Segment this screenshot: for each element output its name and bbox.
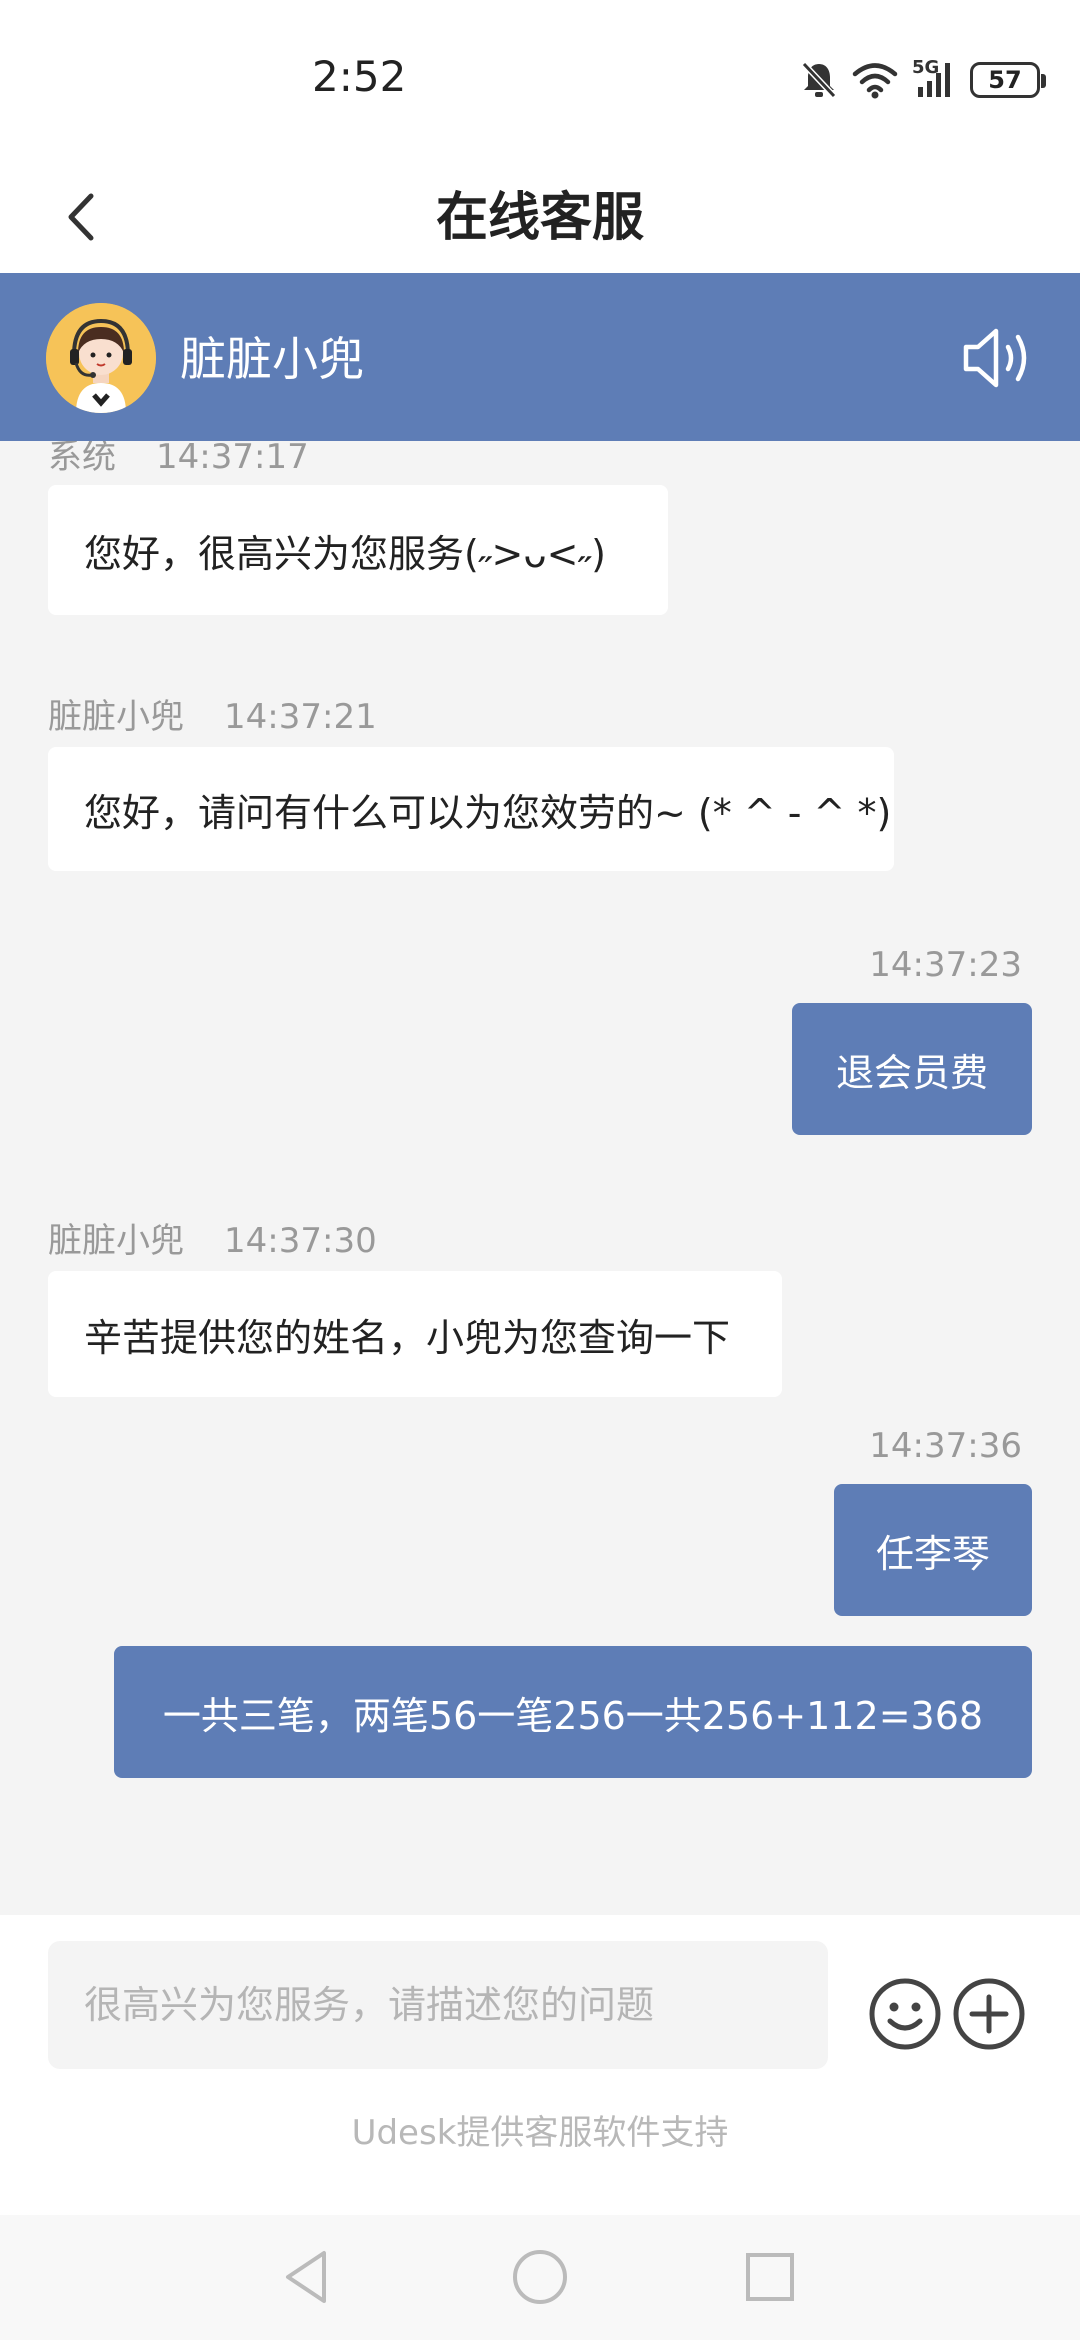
battery-indicator: 57	[970, 62, 1046, 98]
message-text: 一共三笔，两笔56一笔256一共256+112=368	[162, 1693, 984, 1738]
message-bubble-user[interactable]: 一共三笔，两笔56一笔256一共256+112=368	[114, 1646, 1032, 1778]
message-text: 辛苦提供您的姓名，小兜为您查询一下	[84, 1315, 731, 1360]
circle-home-icon	[513, 2250, 567, 2304]
chat-message-list[interactable]: 系统 14:37:17 您好，很高兴为您服务(˶>ᴗ<˶) 脏脏小兜 14:37:2…	[0, 441, 1080, 1915]
system-nav-bar	[0, 2215, 1080, 2340]
message-input[interactable]	[48, 1941, 828, 2069]
status-time: 2:52	[312, 52, 407, 101]
message-sender: 脏脏小兜	[48, 1221, 184, 1261]
network-type: 5G	[912, 57, 940, 78]
agent-bar: 脏脏小兜	[0, 273, 1080, 441]
nav-home-button[interactable]	[508, 2245, 572, 2309]
message-time: 14:37:30	[224, 1221, 377, 1261]
message-meta: 脏脏小兜 14:37:21	[48, 689, 377, 738]
message-text: 任李琴	[875, 1531, 990, 1576]
status-icons: 5G 57	[800, 56, 1046, 104]
message-meta: 系统 14:37:17	[48, 441, 309, 478]
message-time: 14:37:21	[224, 697, 377, 737]
speaker-button[interactable]	[960, 323, 1036, 393]
square-recents-icon	[746, 2253, 794, 2301]
page-title: 在线客服	[435, 188, 644, 248]
battery-level: 57	[988, 66, 1022, 94]
smiley-icon	[869, 1978, 941, 2050]
wifi-icon	[852, 63, 898, 99]
message-time: 14:37:17	[156, 441, 309, 477]
agent-name: 脏脏小兜	[180, 332, 364, 386]
message-text: 您好，很高兴为您服务(˶>ᴗ<˶)	[84, 531, 606, 576]
message-time: 14:37:36	[869, 1426, 1022, 1466]
status-bar: 2:52 5G 57	[0, 0, 1080, 160]
customer-service-avatar-icon	[46, 303, 156, 413]
message-bubble-agent[interactable]: 您好，请问有什么可以为您效劳的~ (* ^ - ^ *)	[48, 747, 894, 871]
message-sender: 系统	[48, 441, 116, 477]
message-bubble-user[interactable]: 任李琴	[834, 1484, 1032, 1616]
message-bubble-agent[interactable]: 您好，很高兴为您服务(˶>ᴗ<˶)	[48, 485, 668, 615]
powered-by-text: Udesk提供客服软件支持	[351, 2113, 729, 2153]
add-button[interactable]	[952, 1977, 1026, 2051]
page-header: 在线客服	[0, 160, 1080, 273]
input-area: Udesk提供客服软件支持	[0, 1915, 1080, 2215]
signal-indicator: 5G	[912, 57, 956, 99]
nav-recents-button[interactable]	[738, 2245, 802, 2309]
plus-circle-icon	[953, 1978, 1025, 2050]
emoji-button[interactable]	[868, 1977, 942, 2051]
message-time: 14:37:23	[869, 945, 1022, 985]
nav-back-button[interactable]	[276, 2245, 340, 2309]
speaker-icon	[963, 328, 1027, 388]
message-text: 退会员费	[835, 1050, 988, 1095]
message-meta: 脏脏小兜 14:37:30	[48, 1213, 377, 1262]
triangle-back-icon	[286, 2251, 326, 2303]
message-bubble-agent[interactable]: 辛苦提供您的姓名，小兜为您查询一下	[48, 1271, 782, 1397]
message-bubble-user[interactable]: 退会员费	[792, 1003, 1032, 1135]
message-sender: 脏脏小兜	[48, 697, 184, 737]
mute-bell-icon	[801, 61, 837, 99]
agent-avatar	[46, 303, 156, 413]
message-text: 您好，请问有什么可以为您效劳的~ (* ^ - ^ *)	[84, 790, 892, 835]
